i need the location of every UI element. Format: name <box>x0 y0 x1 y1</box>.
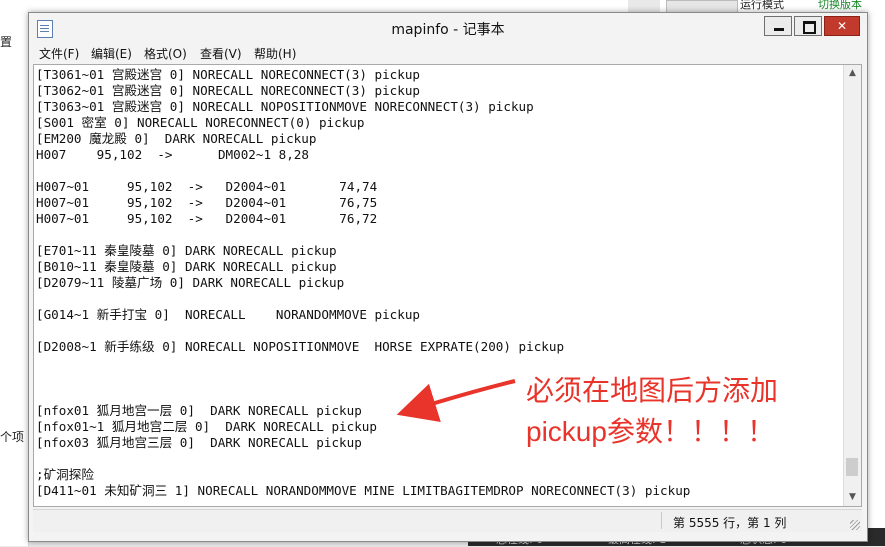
text-line: [D411~01 未知矿洞三 1] NORECALL NORANDOMMOVE … <box>36 483 691 498</box>
menu-help[interactable]: 帮助(H) <box>254 45 296 62</box>
text-line: [EM200 魔龙殿 0] DARK NORECALL pickup <box>36 131 317 146</box>
background-switch-version-label: 切换版本 <box>818 0 862 11</box>
text-line <box>36 451 841 467</box>
text-line: ;矿洞探险 <box>36 467 94 482</box>
window-title: mapinfo - 记事本 <box>391 22 505 38</box>
status-divider <box>661 512 662 529</box>
text-line: [T3063~01 宫殿迷宫 0] NORECALL NOPOSITIONMOV… <box>36 99 534 114</box>
menu-file[interactable]: 文件(F) <box>39 45 79 62</box>
text-line <box>36 323 841 339</box>
maximize-button[interactable] <box>794 16 822 36</box>
text-line <box>36 291 841 307</box>
menu-view[interactable]: 查看(V) <box>200 45 242 62</box>
background-window-left: 置 个项 <box>0 0 29 546</box>
annotation-text-line2: pickup参数！！！！ <box>526 416 775 447</box>
text-line: [B010~11 秦皇陵墓 0] DARK NORECALL pickup <box>36 259 337 274</box>
background-run-mode-label: 运行模式 <box>740 0 784 11</box>
text-line: [E701~11 秦皇陵墓 0] DARK NORECALL pickup <box>36 243 337 258</box>
text-line: [T3062~01 宫殿迷宫 0] NORECALL NORECONNECT(3… <box>36 83 420 98</box>
minimize-button[interactable] <box>764 16 792 36</box>
status-bar: 第 5555 行，第 1 列 <box>33 509 862 532</box>
text-line: H007 95,102 -> DM002~1 8,28 <box>36 147 309 162</box>
background-text-fragment: 置 <box>0 35 13 49</box>
scroll-up-arrow-icon[interactable]: ▲ <box>844 65 861 82</box>
text-line <box>36 163 841 179</box>
text-line <box>36 227 841 243</box>
close-button[interactable]: ✕ <box>824 16 860 36</box>
vertical-scrollbar[interactable]: ▲ ▼ <box>843 65 861 506</box>
notepad-window: mapinfo - 记事本 ✕ 文件(F) 编辑(E) 格式(O) 查看(V) … <box>28 12 868 542</box>
cursor-position: 第 5555 行，第 1 列 <box>673 516 787 530</box>
text-line: [D2008~1 新手练级 0] NORECALL NOPOSITIONMOVE… <box>36 339 565 354</box>
text-line: [G014~1 新手打宝 0] NORECALL NORANDOMMOVE pi… <box>36 307 420 322</box>
menu-edit[interactable]: 编辑(E) <box>91 45 132 62</box>
text-line: H007~01 95,102 -> D2004~01 74,74 <box>36 179 378 194</box>
menu-bar: 文件(F) 编辑(E) 格式(O) 查看(V) 帮助(H) <box>29 43 867 63</box>
background-window-top <box>28 0 628 12</box>
resize-grip-icon[interactable] <box>850 520 860 530</box>
text-line: H007~01 95,102 -> D2004~01 76,75 <box>36 195 378 210</box>
scroll-down-arrow-icon[interactable]: ▼ <box>844 489 861 506</box>
text-line: [D2079~11 陵墓广场 0] DARK NORECALL pickup <box>36 275 345 290</box>
menu-format[interactable]: 格式(O) <box>144 45 187 62</box>
text-line: H007~01 95,102 -> D2004~01 76,72 <box>36 211 378 226</box>
background-text-fragment: 个项 <box>0 430 25 444</box>
text-line: [T3061~01 宫殿迷宫 0] NORECALL NORECONNECT(3… <box>36 67 420 82</box>
text-line: [S001 密室 0] NORECALL NORECONNECT(0) pick… <box>36 115 365 130</box>
title-bar[interactable]: mapinfo - 记事本 ✕ <box>29 13 867 43</box>
scroll-thumb[interactable] <box>846 458 858 476</box>
annotation-text-line1: 必须在地图后方添加 <box>526 375 779 406</box>
